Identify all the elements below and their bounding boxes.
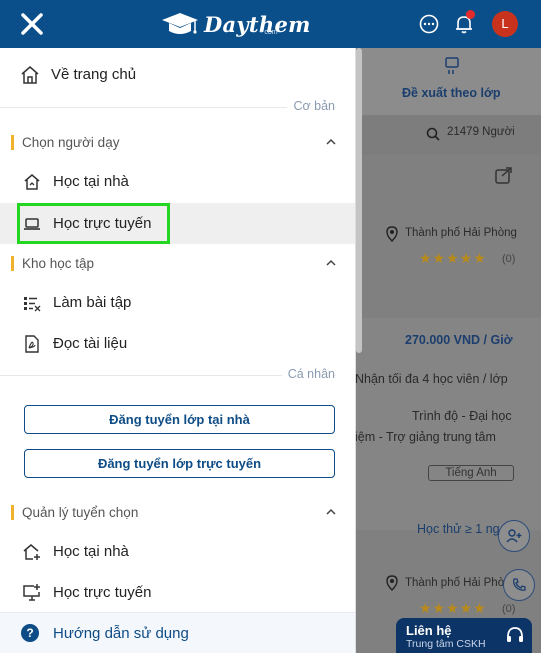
card2-lesson: Học thử ≥ 1 ng: [417, 522, 500, 536]
group-library-header[interactable]: Kho học tập: [0, 250, 355, 276]
tab-suggest[interactable]: Đề xuất theo lớp: [402, 86, 500, 100]
menu-home-tutoring-label: Học tại nhà: [53, 173, 129, 190]
card2-price: 270.000 VND / Giờ: [405, 333, 513, 347]
tab-bar: Đề xuất theo lớp ›: [355, 48, 541, 115]
group-choose-tutor-header[interactable]: Chọn người dạy: [0, 129, 355, 155]
logo-subtext: • com: [260, 29, 278, 36]
exercise-list-icon: [22, 293, 42, 313]
card3-stars: ★★★★★: [419, 600, 487, 616]
top-header: Daythem • com L: [0, 0, 541, 48]
laptop-icon: [22, 214, 42, 234]
menu-exercises-label: Làm bài tập: [53, 294, 132, 311]
location-pin-icon: [386, 575, 398, 591]
search-strip: 21479 Người: [355, 115, 541, 155]
chevron-up-icon: [326, 259, 336, 266]
group-library-title: Kho học tập: [22, 255, 95, 271]
tutor-card[interactable]: 270.000 VND / Giờ Nhận tối đa 4 học viên…: [355, 318, 541, 530]
menu-online-tutoring[interactable]: Học trực tuyến: [0, 203, 355, 244]
menu-home-tutoring[interactable]: Học tại nhà: [0, 161, 355, 202]
logo-text: Daythem: [204, 11, 311, 37]
close-icon[interactable]: [18, 10, 46, 38]
search-icon[interactable]: [426, 127, 440, 141]
monitor-add-icon: [22, 583, 42, 603]
home-icon: [20, 65, 40, 85]
section-basic-label: Cơ bản: [287, 99, 335, 113]
add-user-button[interactable]: [498, 520, 530, 552]
menu-manage-online-label: Học trực tuyến: [53, 584, 152, 601]
background-page: Đề xuất theo lớp › 21479 Người Thành phố…: [355, 48, 541, 653]
subject-tag: Tiếng Anh: [428, 465, 514, 481]
phone-icon: [513, 578, 526, 591]
card3-rating: (0): [502, 603, 516, 615]
card2-line1: Nhận tối đa 4 học viên / lớp: [355, 372, 508, 386]
chevron-up-icon: [326, 508, 336, 515]
add-user-icon: [506, 529, 522, 543]
suggest-icon: [445, 57, 459, 74]
pdf-document-icon: [22, 334, 42, 354]
group-manage-header[interactable]: Quản lý tuyển chọn: [0, 499, 355, 525]
post-home-class-button[interactable]: Đăng tuyển lớp tại nhà: [24, 405, 335, 434]
call-button[interactable]: [503, 569, 535, 601]
location-pin-icon: [386, 226, 398, 242]
section-personal-label: Cá nhân: [281, 367, 335, 381]
user-guide-label: Hướng dẫn sử dụng: [53, 624, 189, 642]
card2-line3: iệm - Trợ giảng trung tâm: [355, 430, 496, 444]
search-count: 21479 Người: [447, 126, 515, 138]
card1-stars: ★★★★★: [419, 250, 487, 266]
post-online-class-button[interactable]: Đăng tuyển lớp trực tuyến: [24, 449, 335, 478]
graduation-cap-icon: [162, 13, 198, 34]
avatar[interactable]: L: [492, 11, 518, 37]
chevron-up-icon: [326, 138, 336, 145]
card1-location: Thành phố Hải Phòng: [405, 227, 517, 239]
home-add-icon: [22, 542, 42, 562]
drawer-scrollbar[interactable]: [356, 48, 362, 353]
menu-home[interactable]: Về trang chủ: [0, 54, 355, 95]
user-guide-link[interactable]: ? Hướng dẫn sử dụng: [0, 612, 355, 653]
site-logo[interactable]: Daythem • com: [160, 8, 311, 40]
menu-manage-online[interactable]: Học trực tuyến: [0, 572, 355, 613]
notification-dot: [466, 10, 475, 19]
menu-documents-label: Đọc tài liệu: [53, 335, 128, 352]
menu-manage-home[interactable]: Học tại nhà: [0, 531, 355, 572]
menu-documents[interactable]: Đọc tài liệu: [0, 323, 355, 364]
menu-online-tutoring-label: Học trực tuyến: [53, 215, 152, 232]
contact-support-widget[interactable]: Liên hệ Trung tâm CSKH: [396, 618, 532, 653]
home-study-icon: [22, 172, 42, 192]
chat-icon[interactable]: [417, 12, 441, 36]
card1-rating: (0): [502, 253, 516, 265]
headset-icon: [507, 627, 523, 642]
help-icon: ?: [21, 624, 39, 642]
menu-manage-home-label: Học tại nhà: [53, 543, 129, 560]
share-icon[interactable]: [493, 164, 515, 186]
contact-subtitle: Trung tâm CSKH: [406, 638, 486, 650]
group-choose-tutor-title: Chọn người dạy: [22, 134, 120, 150]
group-manage-title: Quản lý tuyển chọn: [22, 504, 139, 520]
menu-home-label: Về trang chủ: [51, 66, 137, 83]
card3-location: Thành phố Hải Phòng: [405, 577, 517, 589]
side-drawer: Về trang chủ Cơ bản Chọn người dạy Học t…: [0, 48, 356, 653]
contact-title: Liên hệ: [406, 623, 452, 638]
card2-line2: Trình độ - Đại học: [412, 409, 512, 423]
menu-exercises[interactable]: Làm bài tập: [0, 282, 355, 323]
